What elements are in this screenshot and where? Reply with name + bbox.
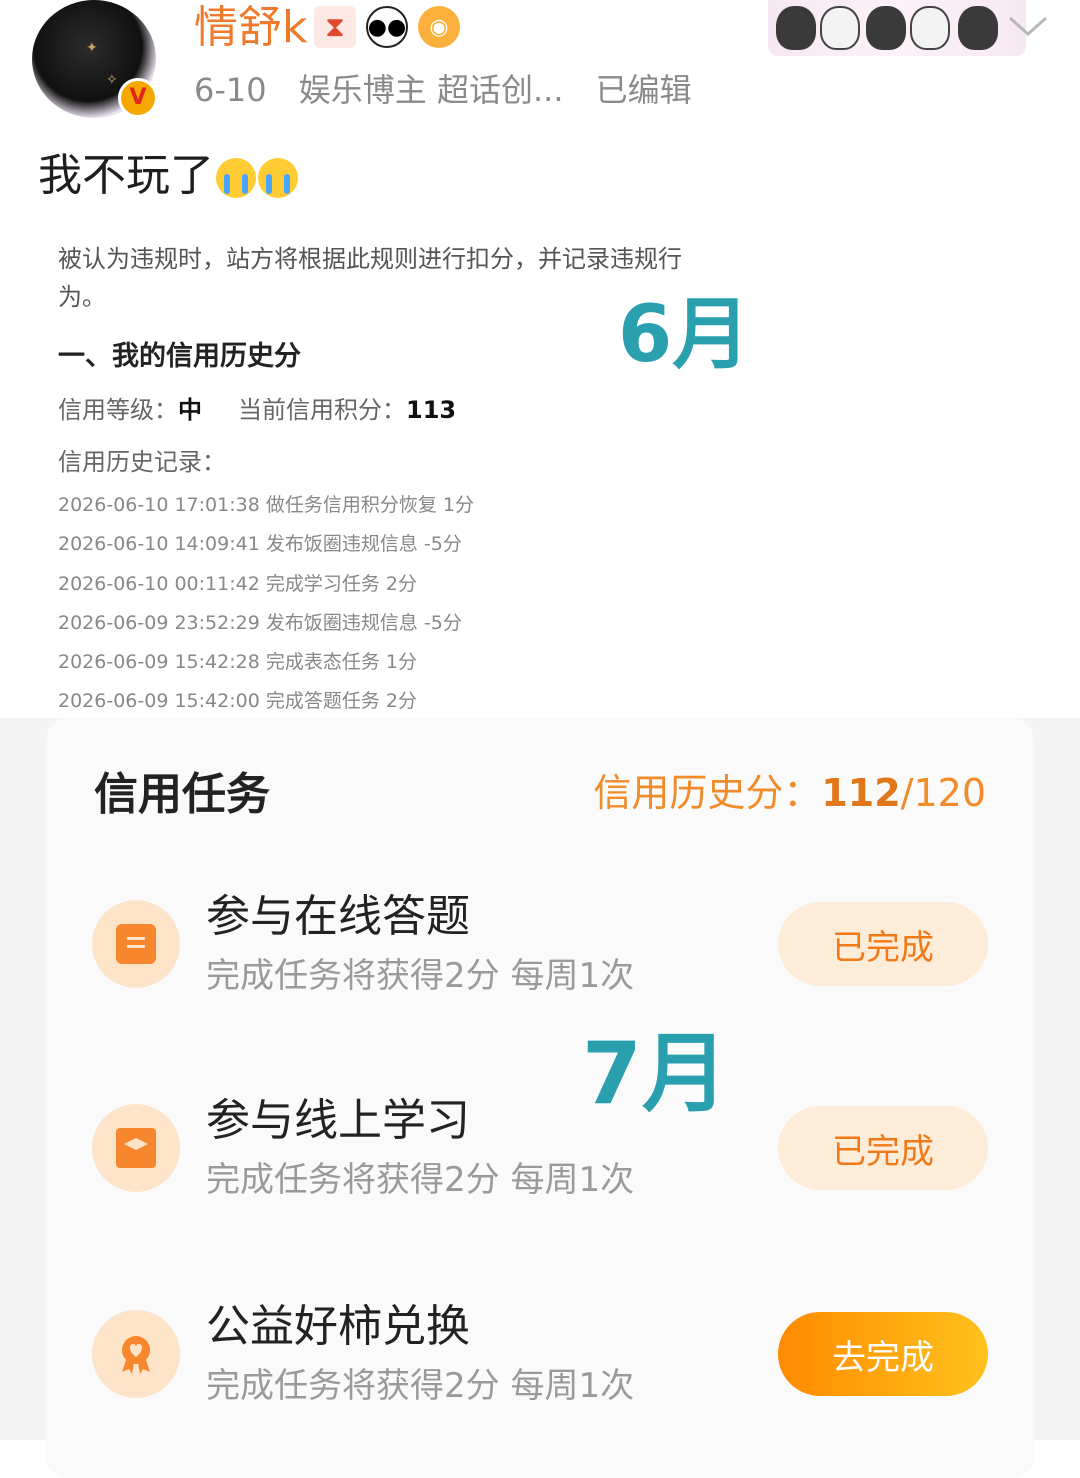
crying-face-icon [258,158,298,198]
score-current: 112 [821,771,901,815]
task-desc: 完成任务将获得2分 每周1次 [206,1366,635,1406]
card-title: 信用任务 [94,769,270,820]
post-text: 我不玩了 [38,148,298,204]
task-desc: 完成任务将获得2分 每周1次 [206,1160,635,1200]
credit-task-card: 信用任务 信用历史分：112/120 参与在线答题 完成任务将获得2分 每周1次… [46,718,1034,1478]
credit-level-label: 信用等级： [58,396,178,424]
task-completed-button[interactable]: 已完成 [778,1106,988,1190]
task-row: 公益好柿兑换 完成任务将获得2分 每周1次 去完成 [46,1284,1034,1424]
task-row: 参与线上学习 完成任务将获得2分 每周1次 已完成 [46,1078,1034,1218]
score-label: 信用历史分： [593,771,822,815]
current-score-label: 当前信用积分： [238,396,406,424]
history-item: 2026-06-09 23:52:29 发布饭圈违规信息 -5分 [58,611,462,634]
edited-label[interactable]: 已编辑 [596,71,692,109]
section-title: 一、我的信用历史分 [58,341,301,372]
history-list: 2026-06-10 17:01:38 做任务信用积分恢复 1分 2026-06… [58,492,474,728]
post-text-content: 我不玩了 [38,150,214,201]
verified-badge-icon: V [118,78,158,118]
crying-face-icon [216,158,256,198]
hourglass-icon: ⧗ [314,6,356,48]
history-item: 2026-06-10 14:09:41 发布饭圈违规信息 -5分 [58,533,462,556]
pufferfish-icon: ◉ [418,6,460,48]
rule-text: 被认为违规时，站方将根据此规则进行扣分，并记录违规行为。 [58,245,682,311]
task-go-complete-button[interactable]: 去完成 [778,1312,988,1396]
credit-summary: 信用等级：中 当前信用积分：113 [58,390,456,425]
graduation-monitor-icon [92,1104,180,1192]
chevron-down-icon[interactable] [1004,10,1052,42]
history-item: 2026-06-10 17:01:38 做任务信用积分恢复 1分 [58,494,474,516]
post-date: 6-10 [194,71,267,109]
july-credit-screenshot: 信用任务 信用历史分：112/120 参与在线答题 完成任务将获得2分 每周1次… [0,718,1080,1478]
task-row: 参与在线答题 完成任务将获得2分 每周1次 已完成 [46,874,1034,1014]
month-overlay-july: 7月 [582,1024,728,1124]
history-item: 2026-06-09 15:42:28 完成表态任务 1分 [58,651,417,674]
credit-level-value: 中 [178,396,202,424]
month-overlay-june: 6月 [618,290,751,380]
post-tags: 娱乐博主 超话创... [298,71,564,109]
task-name: 公益好柿兑换 [206,1301,470,1352]
current-score-value: 113 [406,396,457,424]
task-desc: 完成任务将获得2分 每周1次 [206,956,635,996]
username[interactable]: 情舒k [194,2,307,54]
credit-history-score: 信用历史分：112/120 [593,762,986,817]
score-total: /120 [900,771,986,815]
panda-icon: ●● [366,6,408,48]
history-label: 信用历史记录： [58,448,226,476]
task-name: 参与线上学习 [206,1095,470,1146]
post-meta: 6-10 娱乐博主 超话创... 已编辑 [194,66,714,114]
history-item: 2026-06-10 00:11:42 完成学习任务 2分 [58,572,417,595]
heart-ribbon-icon [92,1310,180,1398]
header-decoration-image [768,0,1026,56]
clipboard-icon [92,900,180,988]
task-name: 参与在线答题 [206,891,470,942]
june-credit-screenshot: 被认为违规时，站方将根据此规则进行扣分，并记录违规行为。 一、我的信用历史分 信… [0,226,1080,720]
username-emojis: ⧗ ●● ◉ [314,6,460,48]
task-completed-button[interactable]: 已完成 [778,902,988,986]
